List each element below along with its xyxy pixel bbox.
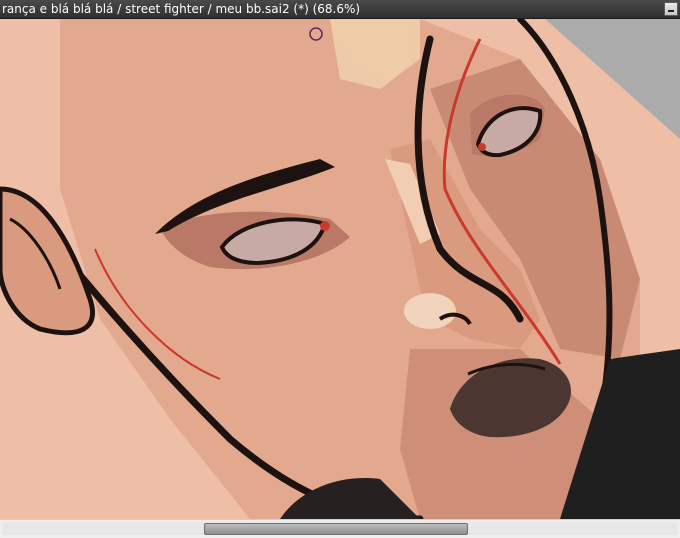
scrollbar-track[interactable] — [2, 522, 678, 535]
minimize-icon[interactable] — [664, 2, 678, 16]
drawing-canvas[interactable] — [0, 19, 680, 519]
right-eye-tearduct — [478, 143, 486, 151]
scrollbar-thumb[interactable] — [204, 523, 468, 535]
canvas-artwork[interactable] — [0, 19, 680, 519]
left-eye-tearduct — [320, 221, 330, 231]
nose-tip-highlight — [404, 293, 456, 329]
horizontal-scrollbar[interactable] — [0, 519, 680, 538]
window-titlebar: rança e blá blá blá / street fighter / m… — [0, 0, 680, 19]
window-title: rança e blá blá blá / street fighter / m… — [2, 2, 361, 16]
